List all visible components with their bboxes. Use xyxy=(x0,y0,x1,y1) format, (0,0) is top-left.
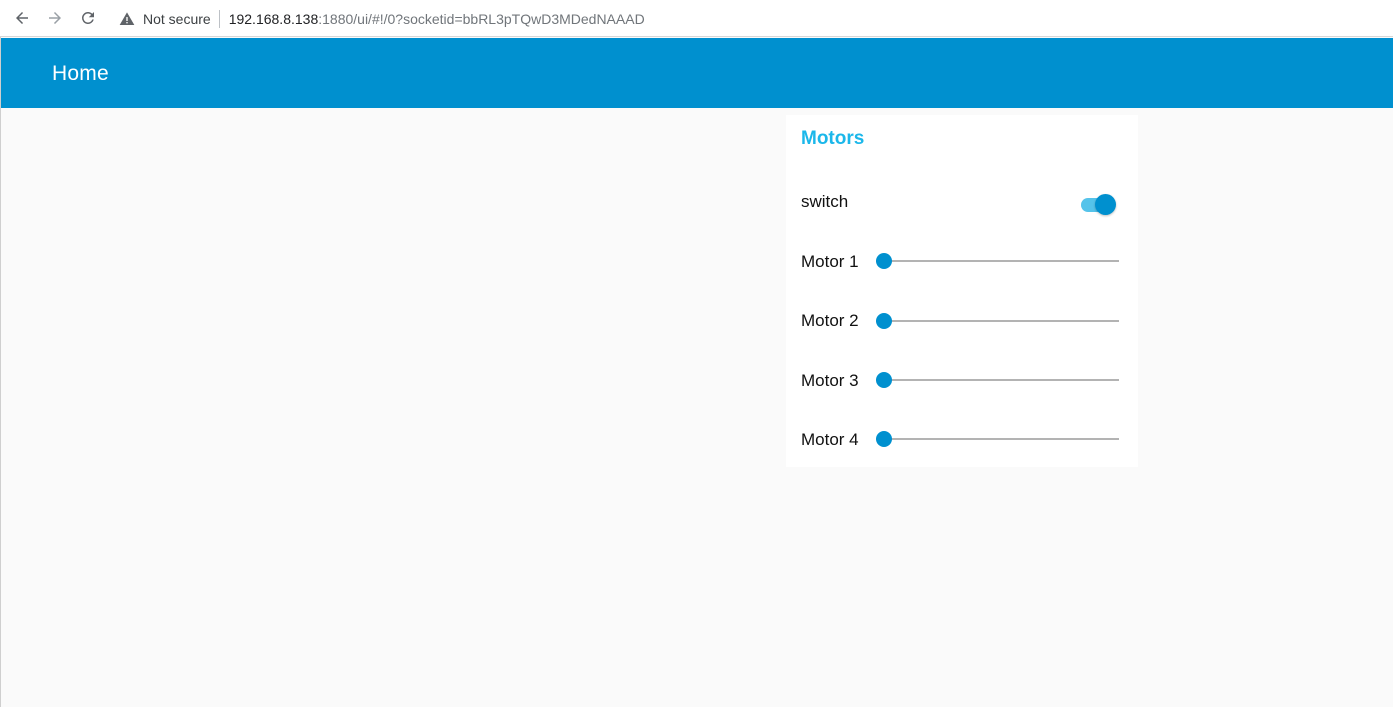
window-edge xyxy=(0,37,1,707)
security-status[interactable]: Not secure xyxy=(143,11,211,27)
motor-2-label: Motor 2 xyxy=(801,311,859,330)
divider xyxy=(218,9,220,28)
motors-card: Motors switch Motor 1 Motor 2 Motor 3 Mo… xyxy=(786,115,1138,467)
motor-4-slider[interactable] xyxy=(876,430,1119,448)
slider-handle[interactable] xyxy=(876,431,892,447)
motor-3-label: Motor 3 xyxy=(801,371,859,390)
address-bar[interactable]: Not secure 192.168.8.138 :1880/ui/#!/0?s… xyxy=(108,4,1393,33)
toggle-thumb[interactable] xyxy=(1095,194,1116,215)
browser-toolbar: Not secure 192.168.8.138 :1880/ui/#!/0?s… xyxy=(0,0,1393,37)
slider-handle[interactable] xyxy=(876,313,892,329)
url-path: :1880/ui/#!/0?socketid=bbRL3pTQwD3MDedNA… xyxy=(318,10,645,27)
slider-track[interactable] xyxy=(876,438,1119,440)
back-icon[interactable] xyxy=(11,7,33,29)
reload-icon[interactable] xyxy=(77,7,99,29)
switch-label: switch xyxy=(801,192,849,211)
page-title: Home xyxy=(52,62,109,85)
motor-1-slider[interactable] xyxy=(876,252,1119,270)
slider-handle[interactable] xyxy=(876,372,892,388)
forward-icon[interactable] xyxy=(44,7,66,29)
slider-track[interactable] xyxy=(876,260,1119,262)
motor-1-label: Motor 1 xyxy=(801,252,859,271)
app-header: Home xyxy=(1,38,1393,108)
card-title: Motors xyxy=(801,128,865,149)
motor-3-slider[interactable] xyxy=(876,371,1119,389)
slider-handle[interactable] xyxy=(876,253,892,269)
motor-4-label: Motor 4 xyxy=(801,430,859,449)
motor-2-slider[interactable] xyxy=(876,312,1119,330)
slider-track[interactable] xyxy=(876,379,1119,381)
url-host: 192.168.8.138 xyxy=(228,10,319,27)
switch-toggle[interactable] xyxy=(1081,194,1119,216)
slider-track[interactable] xyxy=(876,320,1119,322)
warning-icon[interactable] xyxy=(119,11,135,27)
